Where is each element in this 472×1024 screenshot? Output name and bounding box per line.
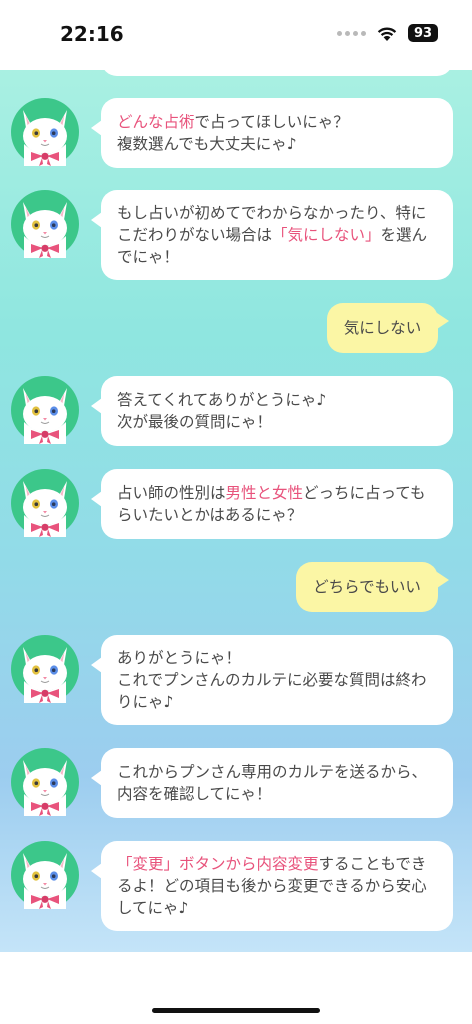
bot-message-0: どんな占術で占ってほしいにゃ？ 複数選んでも大丈夫にゃ♪ xyxy=(91,98,453,168)
message-text: 複数選んでも大丈夫にゃ♪ xyxy=(117,135,297,153)
message-line: これでプンさんのカルテに必要な質問は終わ xyxy=(117,669,437,691)
user-message-1: どちらでもいい xyxy=(296,562,449,612)
message-line: 「変更」ボタンから内容変更することもでき xyxy=(117,853,437,875)
message-line: どんな占術で占ってほしいにゃ？ xyxy=(117,111,437,133)
status-indicators: 93 xyxy=(337,24,438,42)
user-message-0: 気にしない xyxy=(327,303,449,353)
highlight-text: どんな占術 xyxy=(117,113,195,131)
message-line: るよ！どの項目も後から変更できるから安心 xyxy=(117,875,437,897)
message-line: りにゃ♪ xyxy=(117,691,437,713)
message-line: 答えてくれてありがとうにゃ♪ xyxy=(117,389,437,411)
message-line: ありがとうにゃ！ xyxy=(117,647,437,669)
battery-indicator: 93 xyxy=(408,24,438,42)
message-line: してにゃ♪ xyxy=(117,897,437,919)
message-line: 次が最後の質問にゃ！ xyxy=(117,411,437,433)
message-text: 内容を確認してにゃ！ xyxy=(117,785,272,803)
message-text: でにゃ！ xyxy=(117,248,180,266)
message-text: 占い師の性別は xyxy=(117,484,226,502)
chat-area[interactable]: どんな占術で占ってほしいにゃ？ 複数選んでも大丈夫にゃ♪ もし占いが初めてでわか… xyxy=(0,70,472,952)
bot-message-5: これからプンさん専用のカルテを送るから、 内容を確認してにゃ！ xyxy=(91,748,453,818)
message-text: もし占いが初めてでわからなかったり、特に xyxy=(117,204,427,222)
bot-message-6: 「変更」ボタンから内容変更することもでき るよ！どの項目も後から変更できるから安… xyxy=(91,841,453,931)
message-text: ありがとうにゃ！ xyxy=(117,649,242,667)
cat-avatar-icon xyxy=(11,376,79,444)
message-line: 占い師の性別は男性と女性どっちに占っても xyxy=(117,482,437,504)
message-text: を選ん xyxy=(380,226,428,244)
signal-dots-icon xyxy=(337,30,366,36)
cat-avatar-icon xyxy=(11,469,79,537)
message-line: こだわりがない場合は「気にしない」を選ん xyxy=(117,224,437,246)
message-line: らいたいとかはあるにゃ？ xyxy=(117,504,437,526)
cat-avatar-icon xyxy=(11,841,79,909)
bot-message-1: もし占いが初めてでわからなかったり、特に こだわりがない場合は「気にしない」を選… xyxy=(91,190,453,280)
highlight-text: 「変更」ボタンから内容変更 xyxy=(117,855,319,873)
message-text: してにゃ♪ xyxy=(117,899,189,917)
message-text: これからプンさん専用のカルテを送るから、 xyxy=(117,763,428,781)
bot-message-4: ありがとうにゃ！ これでプンさんのカルテに必要な質問は終わ りにゃ♪ xyxy=(91,635,453,725)
cat-avatar-icon xyxy=(11,190,79,258)
message-text: 次が最後の質問にゃ！ xyxy=(117,413,273,431)
message-text: どっちに占っても xyxy=(303,484,426,502)
message-text: こだわりがない場合は xyxy=(117,226,273,244)
bot-message-2: 答えてくれてありがとうにゃ♪ 次が最後の質問にゃ！ xyxy=(91,376,453,446)
message-text: 答えてくれてありがとうにゃ♪ xyxy=(117,391,327,409)
message-text: りにゃ♪ xyxy=(117,693,174,711)
user-message-text: 気にしない xyxy=(343,319,422,337)
wifi-icon xyxy=(377,27,397,41)
highlight-text: 「気にしない」 xyxy=(272,226,381,244)
message-text: で占ってほしいにゃ？ xyxy=(194,113,349,131)
message-line: でにゃ！ xyxy=(117,246,437,268)
cat-avatar-icon xyxy=(11,748,79,816)
message-text: るよ！どの項目も後から変更できるから安心 xyxy=(117,877,427,895)
message-line: もし占いが初めてでわからなかったり、特に xyxy=(117,202,437,224)
status-bar: 22:16 93 xyxy=(0,0,472,70)
message-line: 内容を確認してにゃ！ xyxy=(117,783,437,805)
status-time: 22:16 xyxy=(60,22,124,46)
message-text: することもでき xyxy=(318,855,427,873)
bot-message-3: 占い師の性別は男性と女性どっちに占っても らいたいとかはあるにゃ？ xyxy=(91,469,453,539)
message-line: これからプンさん専用のカルテを送るから、 xyxy=(117,761,437,783)
message-text: らいたいとかはあるにゃ？ xyxy=(117,506,303,524)
highlight-text: 男性と女性 xyxy=(225,484,304,502)
message-text: これでプンさんのカルテに必要な質問は終わ xyxy=(117,671,427,689)
message-line: 複数選んでも大丈夫にゃ♪ xyxy=(117,133,437,155)
cat-avatar-icon xyxy=(11,98,79,166)
home-indicator[interactable] xyxy=(152,1008,320,1013)
previous-message-stub xyxy=(101,70,453,76)
user-message-text: どちらでもいい xyxy=(313,578,421,596)
cat-avatar-icon xyxy=(11,635,79,703)
